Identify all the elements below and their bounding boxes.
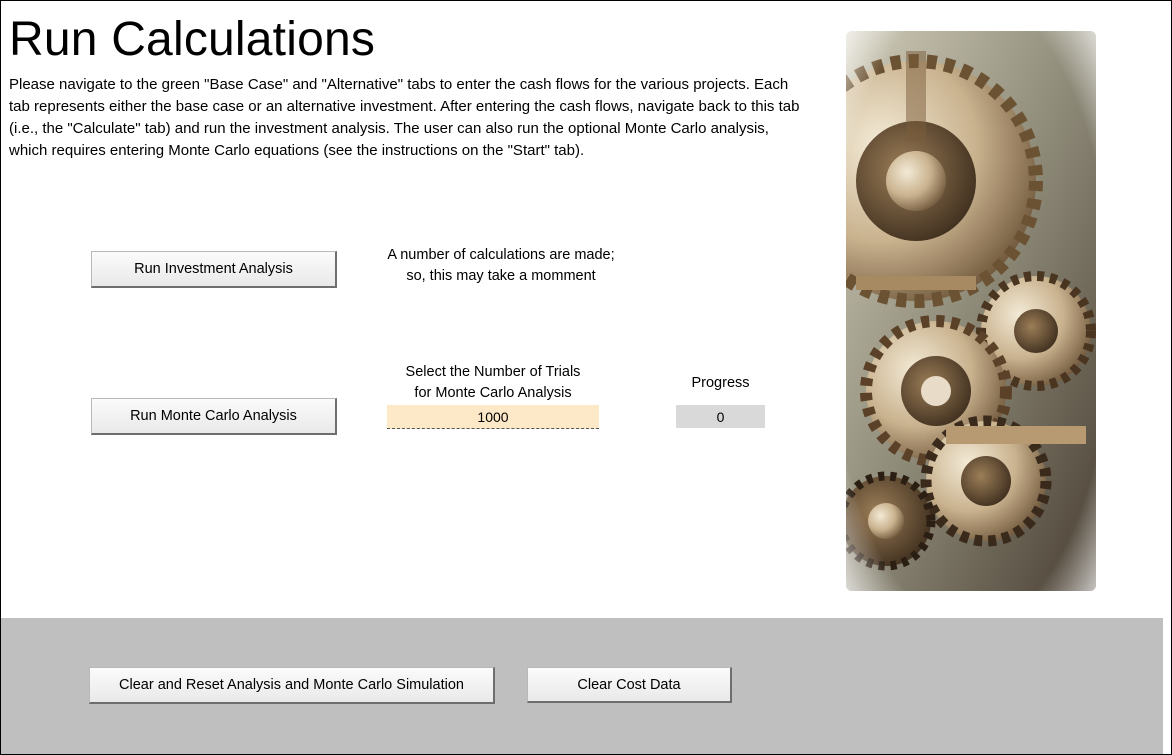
trials-label-line2: for Monte Carlo Analysis	[414, 385, 572, 401]
bottom-action-band: Clear and Reset Analysis and Monte Carlo…	[1, 618, 1163, 754]
calculation-note-line1: A number of calculations are made;	[387, 247, 615, 263]
progress-label: Progress	[691, 375, 750, 391]
gears-photo	[846, 31, 1096, 591]
clear-reset-analysis-label: Clear and Reset Analysis and Monte Carlo…	[119, 677, 464, 693]
run-monte-carlo-button[interactable]: Run Monte Carlo Analysis	[91, 398, 337, 435]
trials-label: Select the Number of Trials for Monte Ca…	[381, 362, 605, 404]
run-monte-carlo-label: Run Monte Carlo Analysis	[130, 408, 297, 424]
page-title: Run Calculations	[9, 13, 376, 66]
trials-label-line1: Select the Number of Trials	[405, 364, 581, 380]
run-investment-analysis-label: Run Investment Analysis	[134, 261, 293, 277]
calculation-note-line2: so, this may take a momment	[406, 268, 596, 284]
clear-cost-data-button[interactable]: Clear Cost Data	[527, 667, 732, 703]
run-investment-analysis-button[interactable]: Run Investment Analysis	[91, 251, 337, 288]
calculation-note: A number of calculations are made; so, t…	[381, 245, 621, 287]
clear-reset-analysis-button[interactable]: Clear and Reset Analysis and Monte Carlo…	[89, 667, 495, 704]
progress-cell: 0	[676, 405, 765, 428]
clear-cost-data-label: Clear Cost Data	[577, 676, 681, 693]
trials-count-value: 1000	[477, 408, 509, 425]
progress-value: 0	[716, 408, 725, 425]
trials-count-cell[interactable]: 1000	[387, 405, 599, 429]
spreadsheet-sheet: Run Calculations Please navigate to the …	[0, 0, 1172, 755]
instructions-text: Please navigate to the green "Base Case"…	[9, 76, 800, 159]
